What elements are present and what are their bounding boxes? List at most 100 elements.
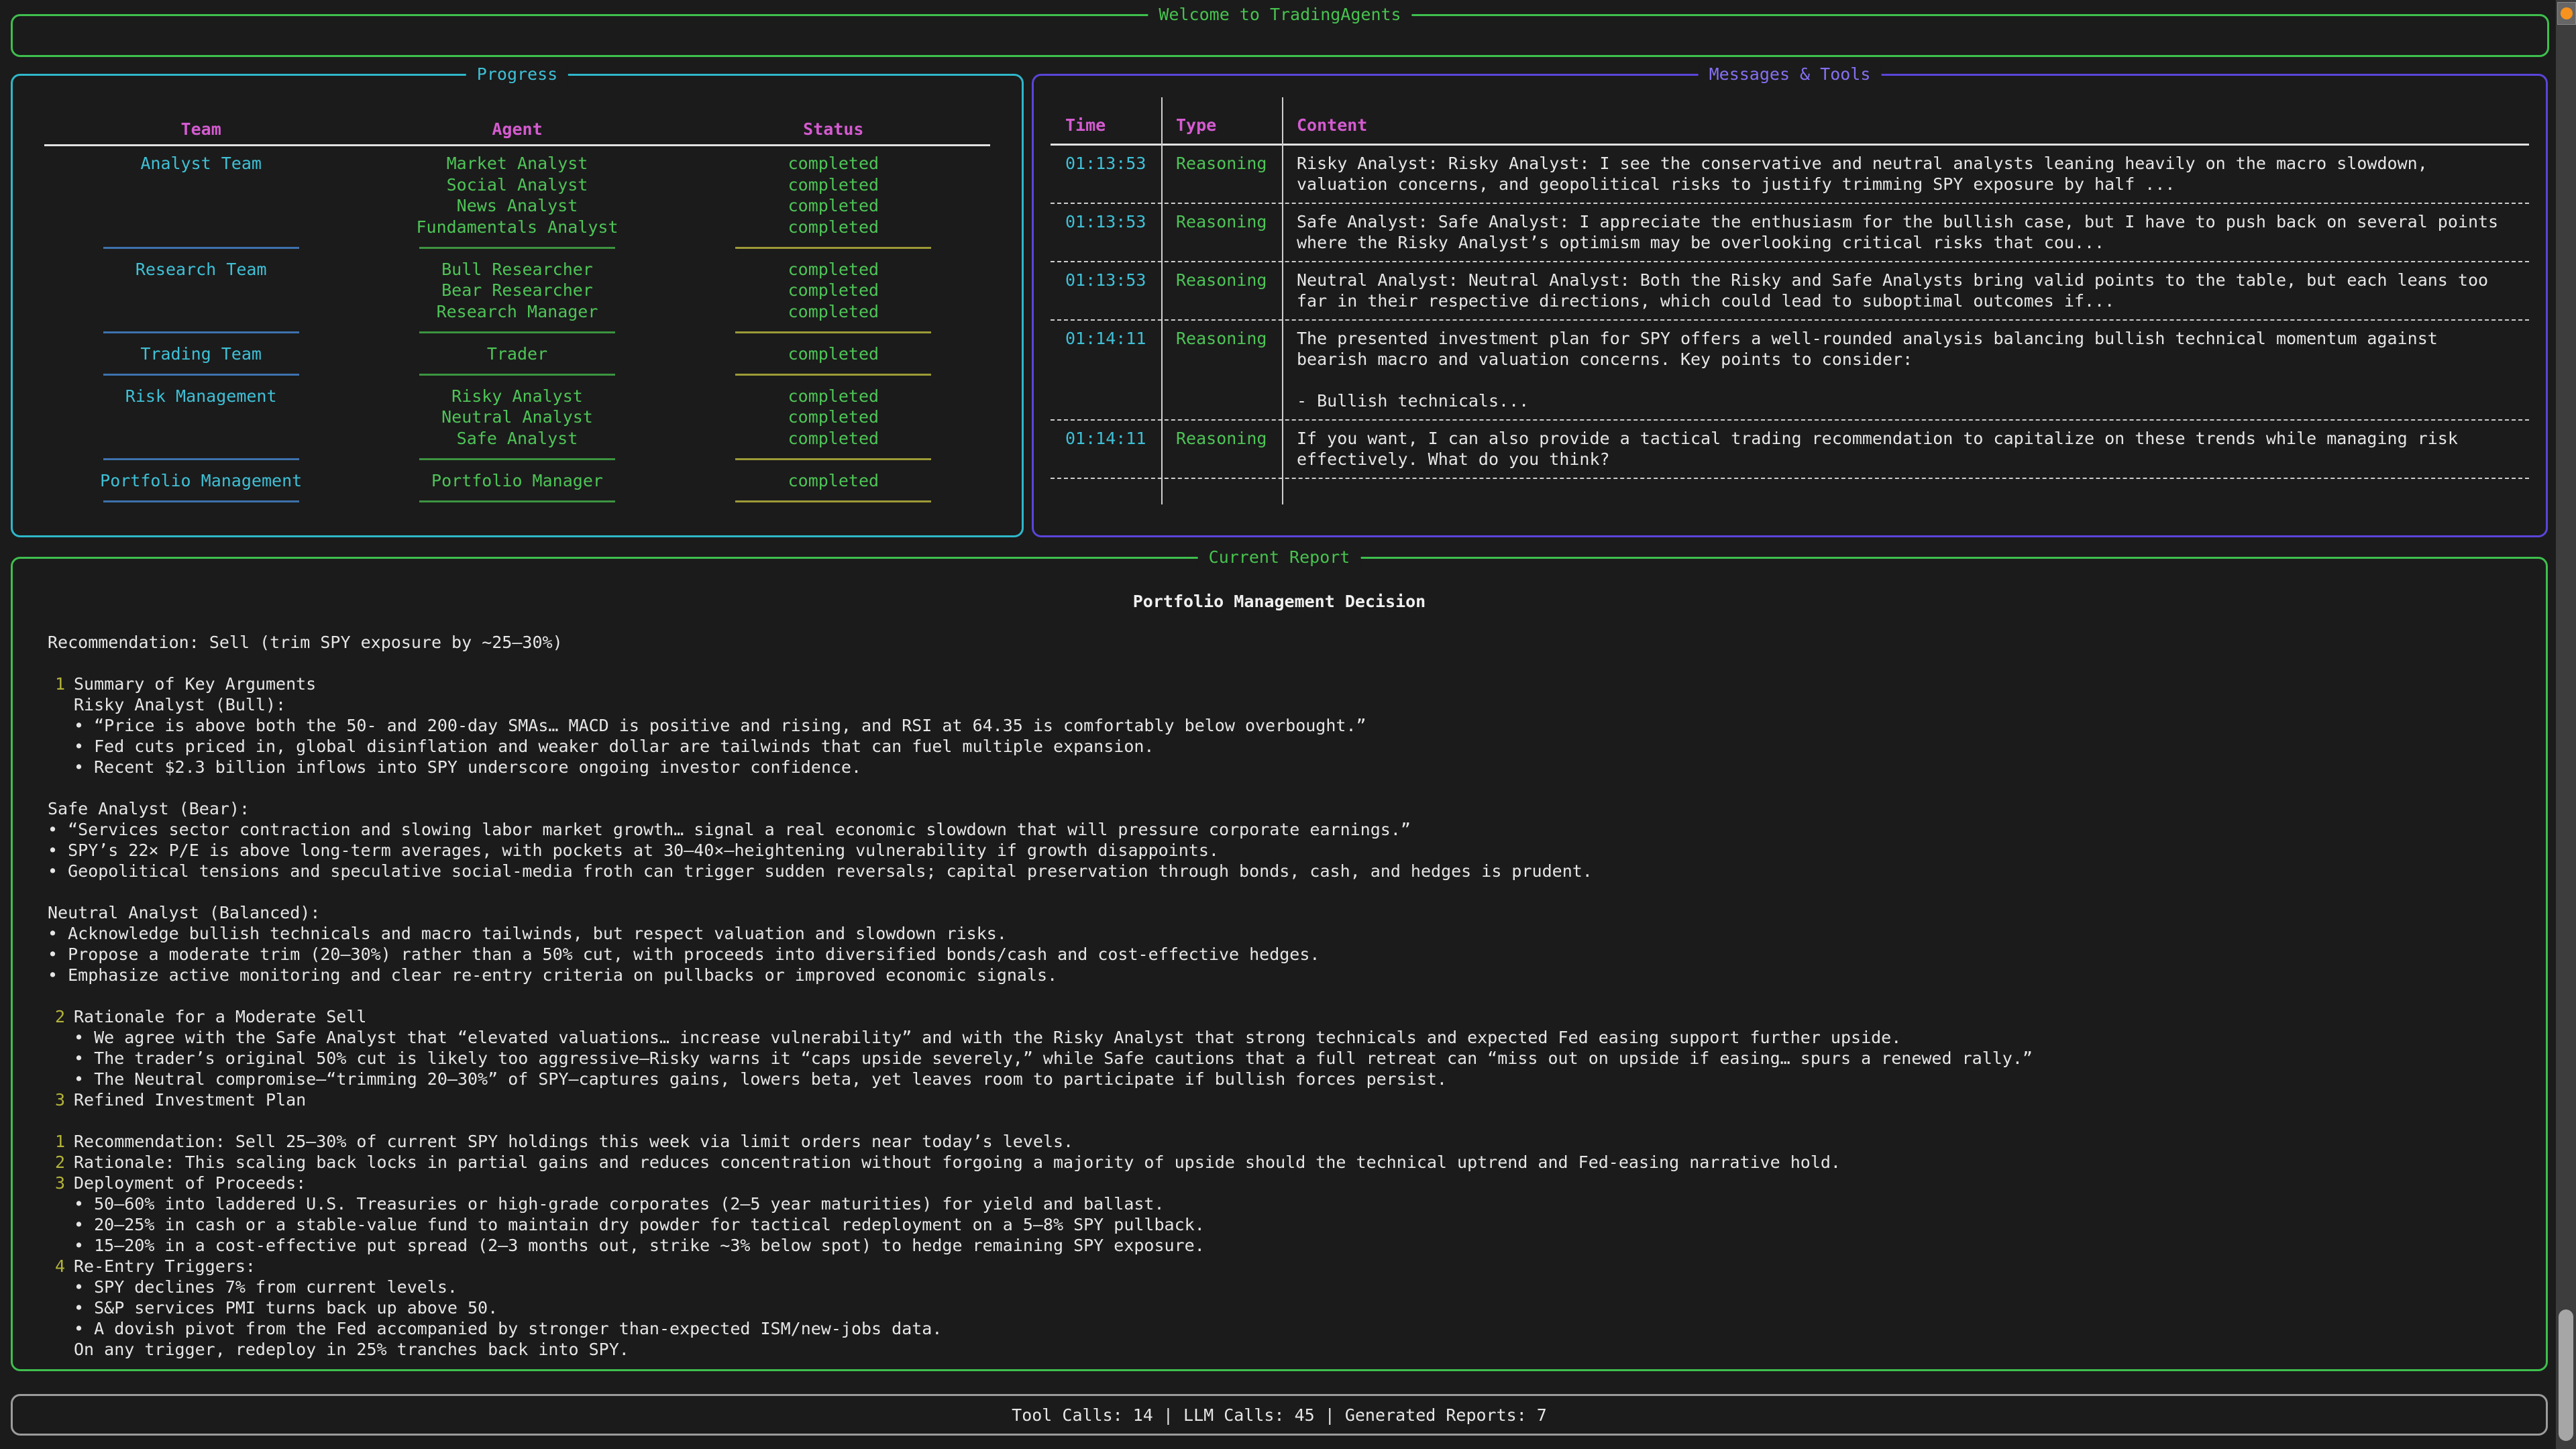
report-line: • Acknowledge bullish technicals and mac…: [48, 923, 2519, 944]
report-text: Refined Investment Plan: [74, 1089, 306, 1110]
report-text: [48, 777, 58, 798]
message-row: 01:14:11ReasoningIf you want, I can also…: [1051, 421, 2529, 479]
report-text: • 20–25% in cash or a stable-value fund …: [74, 1214, 1205, 1235]
report-line: • Geopolitical tensions and speculative …: [48, 861, 2519, 881]
report-line: • 15–20% in a cost-effective put spread …: [48, 1235, 2519, 1256]
agent-cell: Trader: [359, 343, 675, 364]
column-header-status: Status: [676, 119, 991, 140]
messages-panel-title: Messages & Tools: [1699, 64, 1882, 85]
report-line: • We agree with the Safe Analyst that “e…: [48, 1027, 2519, 1048]
section-rule: [43, 364, 991, 386]
list-number: 3: [48, 1089, 65, 1110]
team-cell: Research Team: [43, 259, 359, 280]
table-tail: [1051, 479, 2529, 504]
time-cell: 01:13:53: [1051, 204, 1161, 261]
report-text: Rationale: This scaling back locks in pa…: [74, 1152, 1841, 1173]
report-line: 1Summary of Key Arguments: [48, 674, 2519, 694]
report-text: • The Neutral compromise—“trimming 20–30…: [74, 1069, 1447, 1089]
content-cell: If you want, I can also provide a tactic…: [1282, 421, 2529, 478]
report-line: 2Rationale for a Moderate Sell: [48, 1006, 2519, 1027]
report-line: 4Re-Entry Triggers:: [48, 1256, 2519, 1277]
progress-panel-title: Progress: [466, 64, 568, 85]
rule-segment: [735, 247, 931, 249]
message-row: 01:13:53ReasoningRisky Analyst: Risky An…: [1051, 146, 2529, 204]
rule-segment: [103, 458, 299, 460]
team-cell: Trading Team: [43, 343, 359, 364]
type-cell: Reasoning: [1161, 321, 1282, 419]
status-cell: completed: [676, 428, 991, 449]
notification-dot-icon: [2561, 7, 2573, 19]
report-text: • 15–20% in a cost-effective put spread …: [74, 1235, 1205, 1256]
column-header-agent: Agent: [359, 119, 675, 140]
report-line: • SPY declines 7% from current levels.: [48, 1277, 2519, 1297]
status-cell: completed: [676, 343, 991, 364]
rule-segment: [103, 331, 299, 333]
table-row: Research Managercompleted: [43, 301, 991, 323]
report-text: • SPY’s 22× P/E is above long-term avera…: [48, 840, 1219, 861]
progress-table-header: Team Agent Status: [43, 115, 991, 143]
column-header-type: Type: [1161, 115, 1282, 144]
progress-panel: Progress Team Agent Status Analyst TeamM…: [11, 74, 1024, 537]
header-rule: [44, 144, 990, 146]
report-line: [48, 985, 2519, 1006]
report-text: Safe Analyst (Bear):: [48, 798, 250, 819]
report-text: • The trader’s original 50% cut is likel…: [74, 1048, 2033, 1069]
time-cell: 01:14:11: [1051, 321, 1161, 419]
status-cell: completed: [676, 386, 991, 407]
agent-cell: Market Analyst: [359, 153, 675, 174]
table-row: Portfolio ManagementPortfolio Managercom…: [43, 470, 991, 492]
list-number: 2: [48, 1152, 65, 1173]
scrollbar[interactable]: [2556, 0, 2576, 1449]
report-text: Risky Analyst (Bull):: [74, 694, 286, 715]
type-cell: Reasoning: [1161, 262, 1282, 319]
rule-segment: [103, 247, 299, 249]
agent-cell: Neutral Analyst: [359, 407, 675, 427]
report-line: 2 Rationale: This scaling back locks in p…: [48, 1152, 2519, 1173]
status-cell: completed: [676, 301, 991, 322]
status-cell: completed: [676, 174, 991, 195]
scrollbar-thumb[interactable]: [2559, 1309, 2573, 1441]
rule-segment: [103, 374, 299, 376]
report-text: • Acknowledge bullish technicals and mac…: [48, 923, 1007, 944]
report-line: • “Services sector contraction and slowi…: [48, 819, 2519, 840]
report-line: Neutral Analyst (Balanced):: [48, 902, 2519, 923]
time-cell: 01:14:11: [1051, 421, 1161, 478]
report-panel: Current Report Portfolio Management Deci…: [11, 557, 2548, 1371]
report-text: [48, 1110, 58, 1131]
rule-segment: [419, 500, 615, 502]
column-header-team: Team: [43, 119, 359, 140]
column-divider: [1161, 97, 1163, 504]
report-line: Safe Analyst (Bear):: [48, 798, 2519, 819]
rule-segment: [735, 458, 931, 460]
report-text: [48, 985, 58, 1006]
type-cell: Reasoning: [1161, 146, 1282, 203]
type-cell: Reasoning: [1161, 421, 1282, 478]
report-line: • 20–25% in cash or a stable-value fund …: [48, 1214, 2519, 1235]
report-text: On any trigger, redeploy in 25% tranches…: [74, 1339, 629, 1360]
table-row: Risk ManagementRisky Analystcompleted: [43, 386, 991, 407]
scroll-indicator: [2557, 2, 2576, 25]
status-cell: completed: [676, 407, 991, 427]
column-divider: [1282, 97, 1283, 504]
agent-cell: Fundamentals Analyst: [359, 217, 675, 237]
table-row: Research TeamBull Researchercompleted: [43, 259, 991, 280]
rule-segment: [419, 458, 615, 460]
report-line: • The trader’s original 50% cut is likel…: [48, 1048, 2519, 1069]
report-text: • Fed cuts priced in, global disinflatio…: [74, 736, 1155, 757]
rule-segment: [735, 331, 931, 333]
report-line: • Propose a moderate trim (20–30%) rathe…: [48, 944, 2519, 965]
table-row: Analyst TeamMarket Analystcompleted: [43, 153, 991, 174]
report-text: • “Price is above both the 50- and 200-d…: [74, 715, 1366, 736]
report-text: • We agree with the Safe Analyst that “e…: [74, 1027, 1901, 1048]
report-line: [48, 777, 2519, 798]
report-text: • Emphasize active monitoring and clear …: [48, 965, 1057, 985]
time-cell: 01:13:53: [1051, 262, 1161, 319]
list-number: 1: [48, 1131, 65, 1152]
agent-cell: Social Analyst: [359, 174, 675, 195]
report-line: 3Deployment of Proceeds:: [48, 1173, 2519, 1193]
table-row: Neutral Analystcompleted: [43, 407, 991, 428]
report-line: • The Neutral compromise—“trimming 20–30…: [48, 1069, 2519, 1089]
report-text: • Recent $2.3 billion inflows into SPY u…: [74, 757, 861, 777]
terminal-screen: Welcome to TradingAgents Progress Team A…: [0, 0, 2576, 1449]
agent-cell: Bull Researcher: [359, 259, 675, 280]
